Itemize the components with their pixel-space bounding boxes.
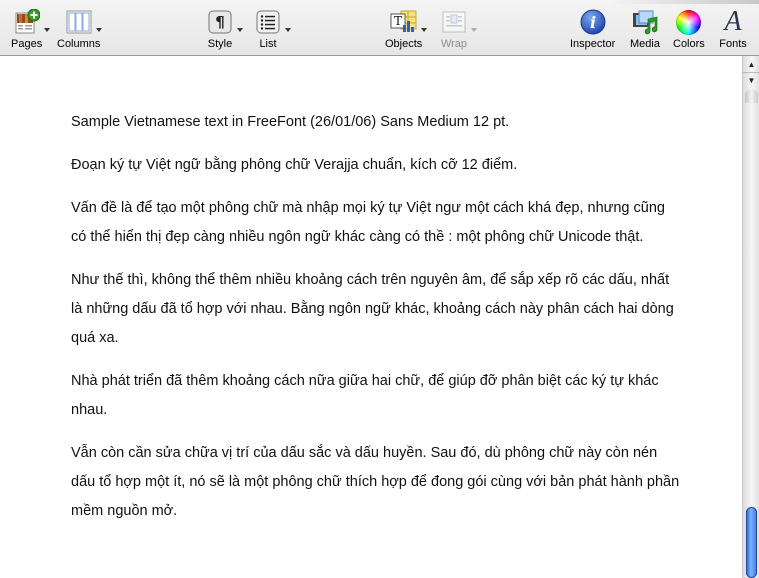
style-button[interactable]: ¶ Style xyxy=(205,8,243,50)
objects-label: Objects xyxy=(385,38,423,50)
svg-text:i: i xyxy=(590,13,596,32)
font-a-icon: A xyxy=(718,8,748,36)
pages-button[interactable]: Pages xyxy=(11,8,50,50)
inspector-label: Inspector xyxy=(570,38,616,50)
pages-add-icon xyxy=(12,8,50,36)
vertical-scrollbar[interactable]: ▲ ▼ xyxy=(742,56,759,578)
objects-button[interactable]: T Objects xyxy=(385,8,427,50)
fonts-button[interactable]: A Fonts xyxy=(718,8,748,51)
document-canvas[interactable]: Sample Vietnamese text in FreeFont (26/0… xyxy=(0,56,742,578)
window-shadow xyxy=(610,0,759,4)
list-button[interactable]: List xyxy=(253,8,291,50)
chevron-down-icon xyxy=(95,28,102,32)
font-a-glyph: A xyxy=(724,6,742,37)
media-button[interactable]: Media xyxy=(630,8,660,50)
paragraph[interactable]: Vấn đề là để tạo một phông chữ mà nhập m… xyxy=(71,194,681,252)
columns-button[interactable]: Columns xyxy=(57,8,102,50)
document-body[interactable]: Sample Vietnamese text in FreeFont (26/0… xyxy=(71,108,681,540)
inspector-button[interactable]: i Inspector xyxy=(570,8,615,50)
columns-label: Columns xyxy=(57,38,101,50)
svg-text:T: T xyxy=(394,14,402,28)
colors-label: Colors xyxy=(673,38,705,50)
paragraph[interactable]: Nhà phát triển đã thêm khoảng cách nữa g… xyxy=(71,367,681,425)
paragraph[interactable]: Vẫn còn cần sửa chữa vị trí của dấu sắc … xyxy=(71,439,681,526)
media-icon xyxy=(630,8,660,36)
info-icon: i xyxy=(578,8,608,36)
svg-text:¶: ¶ xyxy=(215,13,225,31)
scroll-track-cap xyxy=(745,89,758,103)
color-wheel-icon xyxy=(674,8,704,36)
wrap-label: Wrap xyxy=(440,38,468,50)
objects-icon: T xyxy=(389,8,427,36)
list-label: List xyxy=(259,38,277,50)
chevron-down-icon xyxy=(471,28,477,32)
scroll-up-arrow-icon[interactable]: ▲ xyxy=(743,57,759,72)
media-label: Media xyxy=(630,38,660,50)
scroll-down-arrow-icon[interactable]: ▼ xyxy=(743,72,759,88)
paragraph[interactable]: Sample Vietnamese text in FreeFont (26/0… xyxy=(71,108,681,137)
pilcrow-icon: ¶ xyxy=(205,8,243,36)
paragraph[interactable]: Như thế thì, không thể thêm nhiều khoảng… xyxy=(71,266,681,353)
columns-icon xyxy=(64,8,102,36)
wrap-icon xyxy=(439,8,477,36)
list-icon xyxy=(253,8,291,36)
paragraph[interactable]: Đoạn ký tự Việt ngữ bằng phông chữ Veraj… xyxy=(71,151,681,180)
chevron-down-icon xyxy=(43,28,50,32)
chevron-down-icon xyxy=(237,28,243,32)
wrap-button[interactable]: Wrap xyxy=(439,8,477,50)
pages-label: Pages xyxy=(11,38,43,50)
chevron-down-icon xyxy=(420,28,427,32)
style-label: Style xyxy=(207,38,233,50)
scroll-thumb[interactable] xyxy=(746,506,757,578)
chevron-down-icon xyxy=(285,28,291,32)
toolbar: Pages Columns ¶ Style List T Objects Wra… xyxy=(0,0,759,56)
colors-button[interactable]: Colors xyxy=(673,8,705,50)
fonts-label: Fonts xyxy=(719,38,747,50)
